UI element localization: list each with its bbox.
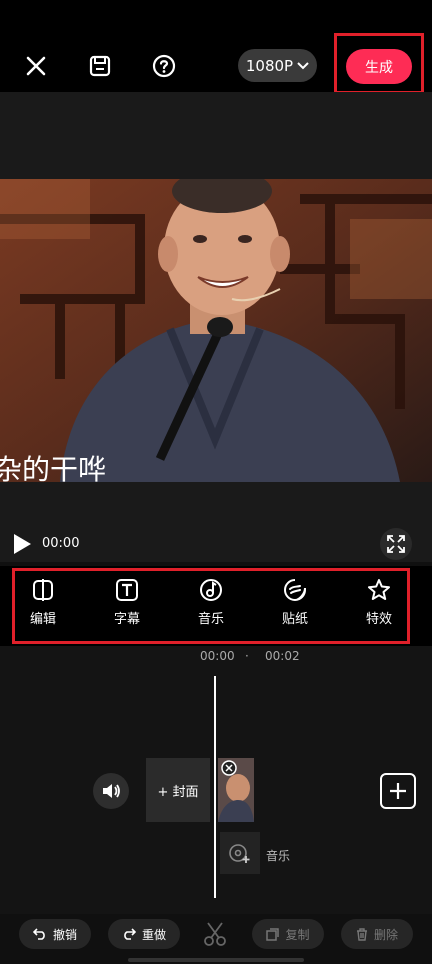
delete-label: 删除 [373, 927, 398, 942]
plus-icon [390, 783, 406, 799]
clip-thumbnail-image [218, 758, 254, 822]
edit-split-icon [33, 579, 53, 601]
video-clip-thumbnail[interactable] [218, 758, 254, 822]
tool-text[interactable]: 字幕 [97, 578, 157, 638]
trash-icon [356, 927, 367, 941]
tool-label: 贴纸 [281, 612, 308, 627]
redo-icon [124, 928, 136, 940]
tool-label: 编辑 [29, 612, 56, 627]
undo-icon [32, 928, 45, 940]
volume-icon[interactable] [93, 773, 129, 809]
timeline-time-current: 00:00 [200, 649, 235, 663]
timeline-time-dot: · [245, 649, 249, 663]
generate-button[interactable]: 生成 [346, 49, 412, 84]
resolution-label: 1080P [245, 56, 294, 75]
timeline-area [0, 646, 432, 914]
tool-sticker[interactable]: 贴纸 [265, 578, 325, 638]
subtitle-fragment: 杂的干哗 [0, 453, 106, 482]
scissors-icon[interactable] [200, 919, 230, 949]
home-indicator [128, 958, 304, 962]
music-track-label: 音乐 [266, 849, 291, 863]
cover-button[interactable]: + 封面 [146, 758, 210, 822]
copy-button[interactable]: 复制 [252, 919, 324, 949]
tool-music[interactable]: 音乐 [181, 578, 241, 638]
timeline-time-next: 00:02 [265, 649, 300, 663]
tool-edit[interactable]: 编辑 [13, 578, 73, 638]
text-icon [116, 579, 138, 601]
video-frame-image: 杂的干哗 [0, 179, 432, 482]
add-music-button[interactable] [220, 832, 260, 874]
close-icon[interactable] [22, 52, 50, 80]
effects-star-icon [368, 579, 390, 600]
cover-label: + 封面 [157, 784, 199, 800]
save-icon[interactable] [86, 52, 114, 80]
fullscreen-icon[interactable] [380, 528, 412, 560]
generate-label: 生成 [365, 59, 393, 76]
help-icon[interactable] [150, 52, 178, 80]
delete-button[interactable]: 删除 [341, 919, 413, 949]
add-clip-button[interactable] [380, 773, 416, 809]
play-icon[interactable] [10, 531, 34, 557]
redo-button[interactable]: 重做 [108, 919, 180, 949]
music-note-icon [200, 579, 222, 601]
undo-button[interactable]: 撤销 [19, 919, 91, 949]
redo-label: 重做 [141, 927, 166, 942]
tool-label: 音乐 [197, 612, 224, 627]
chevron-down-icon [297, 61, 309, 69]
tool-label: 特效 [365, 612, 392, 627]
sticker-icon [284, 579, 306, 601]
music-add-icon [229, 844, 250, 863]
playhead[interactable] [214, 676, 216, 898]
video-preview[interactable]: 杂的干哗 [0, 179, 432, 482]
resolution-selector[interactable]: 1080P [238, 49, 317, 82]
copy-label: 复制 [285, 927, 310, 942]
copy-icon [266, 927, 280, 941]
playback-time: 00:00 [42, 536, 80, 551]
tool-effects[interactable]: 特效 [349, 578, 409, 638]
undo-label: 撤销 [52, 927, 77, 942]
tool-label: 字幕 [113, 612, 140, 627]
